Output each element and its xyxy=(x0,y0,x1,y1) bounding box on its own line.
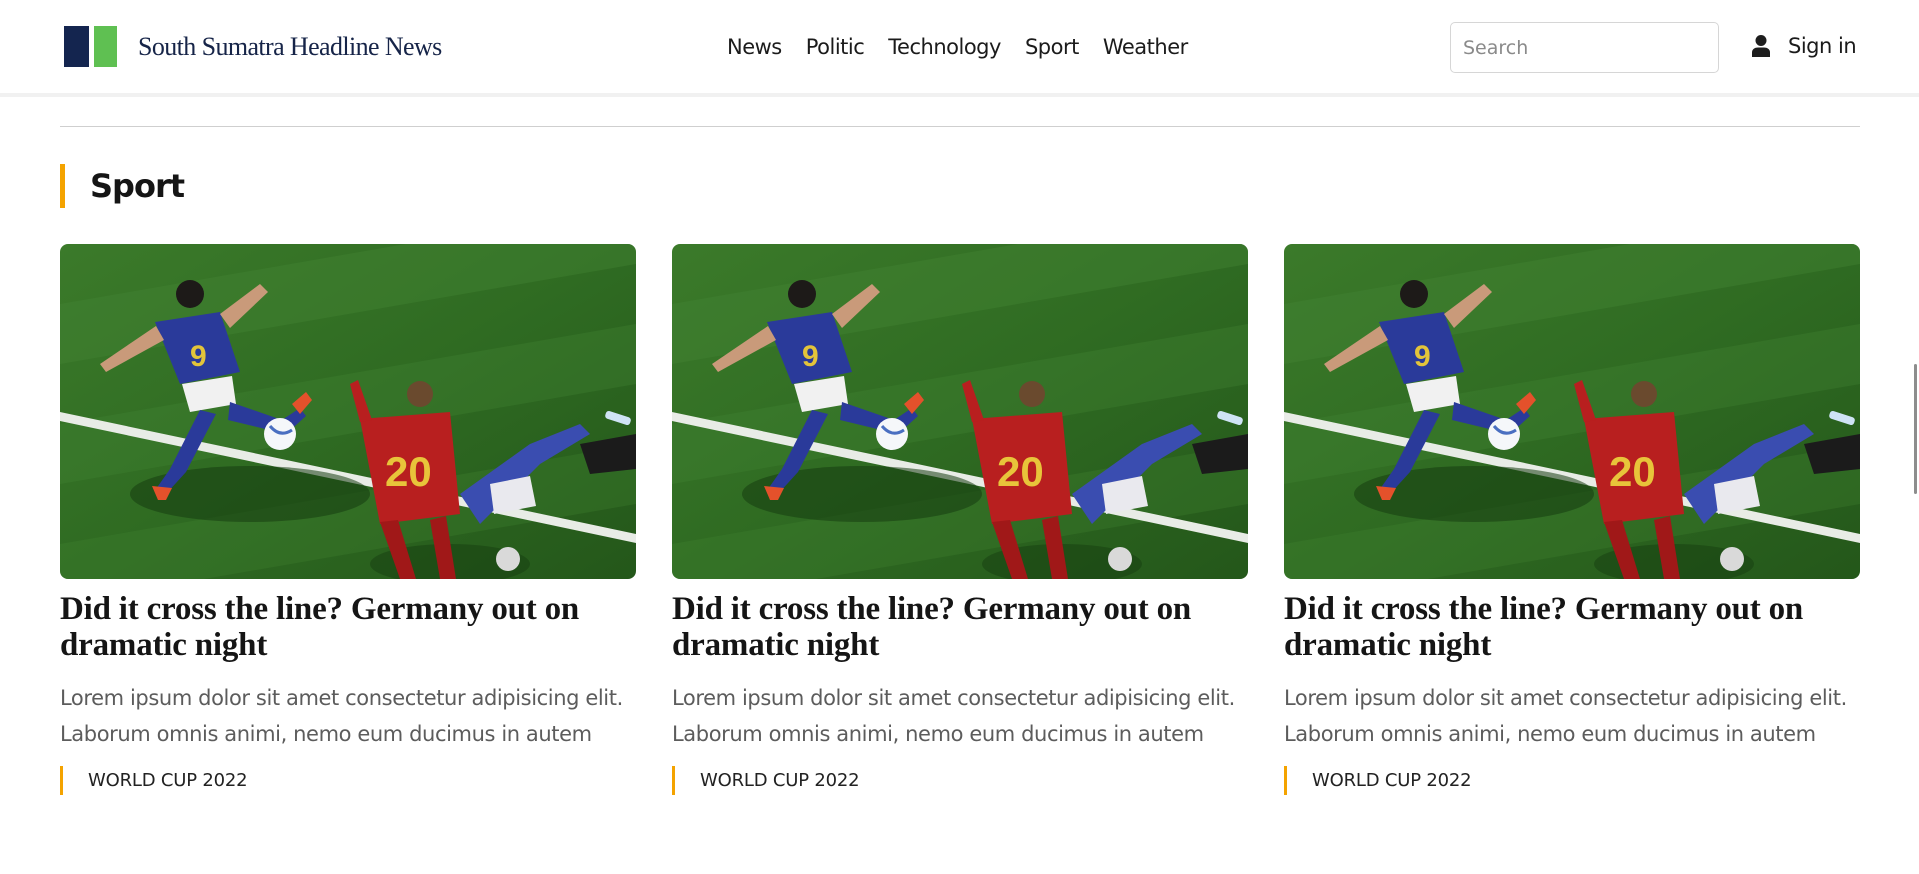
article-image[interactable] xyxy=(1284,244,1860,579)
article-card[interactable]: Did it cross the line? Germany out on dr… xyxy=(60,244,636,795)
article-excerpt: Lorem ipsum dolor sit amet consectetur a… xyxy=(1284,686,1847,746)
section-divider xyxy=(60,126,1860,127)
nav-item-technology[interactable]: Technology xyxy=(888,31,1001,63)
article-tag[interactable]: WORLD CUP 2022 xyxy=(672,766,1248,795)
nav-item-news[interactable]: News xyxy=(727,31,782,63)
article-tag[interactable]: WORLD CUP 2022 xyxy=(60,766,636,795)
article-excerpt: Lorem ipsum dolor sit amet consectetur a… xyxy=(672,686,1235,746)
article-title[interactable]: Did it cross the line? Germany out on dr… xyxy=(1284,591,1860,663)
brand-name[interactable]: South Sumatra Headline News xyxy=(138,30,442,64)
user-icon xyxy=(1752,35,1770,57)
article-tag-label: WORLD CUP 2022 xyxy=(700,770,860,791)
nav-item-politic[interactable]: Politic xyxy=(806,31,865,63)
logo-navy-block xyxy=(64,26,89,67)
article-image[interactable] xyxy=(672,244,1248,579)
sport-articles-grid: Did it cross the line? Germany out on dr… xyxy=(60,244,1860,795)
sign-in-label: Sign in xyxy=(1788,34,1857,58)
article-tag-label: WORLD CUP 2022 xyxy=(88,770,248,791)
article-image[interactable] xyxy=(60,244,636,579)
search-input[interactable] xyxy=(1450,22,1719,73)
scrollbar-thumb[interactable] xyxy=(1914,364,1917,494)
nav-item-sport[interactable]: Sport xyxy=(1025,31,1079,63)
main-nav: News Politic Technology Sport Weather xyxy=(727,31,1188,63)
tag-accent-bar xyxy=(60,766,63,795)
section-accent-bar xyxy=(60,164,65,208)
tag-accent-bar xyxy=(1284,766,1287,795)
logo-green-block xyxy=(94,26,117,67)
site-header: South Sumatra Headline News News Politic… xyxy=(0,0,1919,97)
section-heading: Sport xyxy=(60,164,185,208)
article-tag[interactable]: WORLD CUP 2022 xyxy=(1284,766,1860,795)
article-excerpt: Lorem ipsum dolor sit amet consectetur a… xyxy=(60,686,623,746)
nav-item-weather[interactable]: Weather xyxy=(1103,31,1188,63)
article-card[interactable]: Did it cross the line? Germany out on dr… xyxy=(1284,244,1860,795)
article-tag-label: WORLD CUP 2022 xyxy=(1312,770,1472,791)
sign-in-button[interactable]: Sign in xyxy=(1752,30,1857,62)
article-title[interactable]: Did it cross the line? Germany out on dr… xyxy=(672,591,1248,663)
tag-accent-bar xyxy=(672,766,675,795)
article-title[interactable]: Did it cross the line? Germany out on dr… xyxy=(60,591,636,663)
logo-mark[interactable] xyxy=(64,26,117,67)
section-title: Sport xyxy=(90,167,185,205)
article-card[interactable]: Did it cross the line? Germany out on dr… xyxy=(672,244,1248,795)
